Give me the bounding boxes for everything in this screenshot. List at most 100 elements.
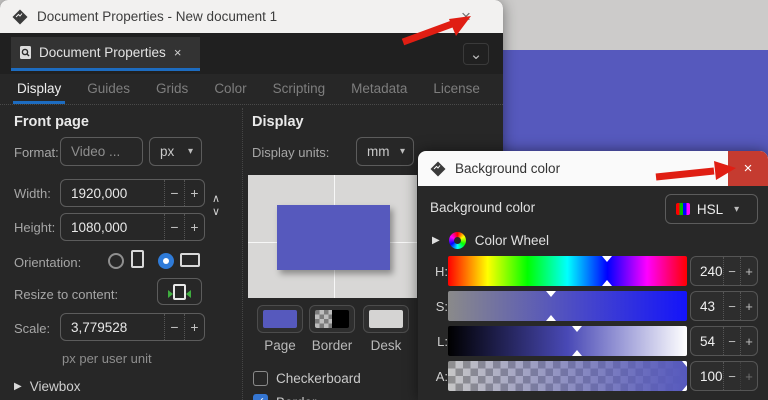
orientation-portrait-radio[interactable]: [108, 253, 124, 269]
page-swatch-label: Page: [264, 338, 296, 353]
scale-increment-button[interactable]: +: [184, 314, 204, 340]
inkscape-logo-icon: [430, 161, 446, 177]
resize-to-content-label: Resize to content:: [14, 287, 119, 302]
desktop-background: [490, 0, 768, 50]
page-preview: [248, 175, 417, 298]
page-color-swatch: [263, 310, 297, 328]
height-increment-button[interactable]: +: [184, 214, 204, 240]
bg-dialog-titlebar[interactable]: Background color: [418, 151, 768, 186]
hue-label: H:: [435, 264, 448, 279]
saturation-increment-button[interactable]: +: [740, 292, 757, 320]
window-close-button[interactable]: ×: [453, 4, 479, 30]
orientation-landscape-radio[interactable]: [158, 253, 174, 269]
saturation-value-box[interactable]: 43 − +: [690, 291, 758, 321]
page-color-swatch-button[interactable]: [257, 305, 303, 333]
display-heading: Display: [252, 114, 304, 130]
window-title: Document Properties - New document 1: [37, 9, 278, 24]
display-units-dropdown[interactable]: mm ▾: [356, 137, 414, 166]
panel-menu-chevron-icon[interactable]: ⌄: [463, 43, 489, 65]
viewbox-expander[interactable]: ▶ Viewbox: [14, 379, 81, 394]
alpha-value-box[interactable]: 100 − +: [690, 361, 758, 391]
width-height-link-icon[interactable]: ∧ ∨: [208, 193, 224, 219]
saturation-label: S:: [435, 299, 448, 314]
background-color-dialog: Background color × Background color HSL …: [418, 151, 768, 400]
lightness-slider[interactable]: [448, 326, 687, 356]
width-decrement-button[interactable]: −: [164, 180, 184, 206]
tab-guides[interactable]: Guides: [87, 81, 130, 98]
alpha-label: A:: [435, 369, 448, 384]
saturation-decrement-button[interactable]: −: [723, 292, 740, 320]
desk-color-swatch-button[interactable]: [363, 305, 409, 333]
display-units-label: Display units:: [252, 145, 330, 160]
screenshot-root: Document Properties - New document 1 × D…: [0, 0, 768, 400]
tab-color[interactable]: Color: [214, 81, 246, 98]
bg-dialog-title: Background color: [455, 161, 561, 176]
inkscape-logo-icon: [12, 9, 28, 25]
document-properties-icon: [19, 45, 33, 60]
height-decrement-button[interactable]: −: [164, 214, 184, 240]
hue-slider[interactable]: [448, 256, 687, 286]
tab-metadata[interactable]: Metadata: [351, 81, 407, 98]
alpha-increment-button[interactable]: +: [740, 362, 757, 390]
dropdown-arrow-icon: ▾: [399, 146, 405, 157]
dropdown-arrow-icon: ▾: [187, 146, 193, 157]
desk-color-swatch: [369, 310, 403, 328]
front-page-heading: Front page: [14, 114, 89, 130]
tab-scripting[interactable]: Scripting: [273, 81, 326, 98]
scale-decrement-button[interactable]: −: [164, 314, 184, 340]
notebook-tabbar: Display Guides Grids Color Scripting Met…: [0, 74, 503, 105]
alpha-decrement-button[interactable]: −: [723, 362, 740, 390]
dock-tab-document-properties[interactable]: Document Properties ×: [11, 37, 200, 71]
alpha-slider[interactable]: [448, 361, 687, 391]
lightness-increment-button[interactable]: +: [740, 327, 757, 355]
border-on-top-checkbox[interactable]: ✓: [253, 394, 268, 400]
orientation-label: Orientation:: [14, 255, 82, 270]
checkerboard-label: Checkerboard: [276, 371, 361, 386]
border-on-top-label: Border: [276, 395, 317, 400]
width-label: Width:: [14, 186, 51, 201]
width-input[interactable]: 1920,000 − +: [60, 179, 205, 207]
preview-page-rect: [277, 205, 390, 270]
lightness-decrement-button[interactable]: −: [723, 327, 740, 355]
height-label: Height:: [14, 220, 56, 235]
inkscape-canvas-page: [502, 50, 768, 160]
tab-display[interactable]: Display: [12, 81, 66, 104]
window-titlebar[interactable]: Document Properties - New document 1 ×: [0, 0, 503, 33]
tab-license[interactable]: License: [433, 81, 480, 98]
hue-value-box[interactable]: 240 − +: [690, 256, 758, 286]
color-wheel-expander[interactable]: ▶ Color Wheel: [432, 232, 549, 249]
height-input[interactable]: 1080,000 − +: [60, 213, 205, 241]
desk-swatch-label: Desk: [370, 338, 402, 353]
tab-grids[interactable]: Grids: [156, 81, 188, 98]
dock-tab-label: Document Properties: [39, 45, 166, 60]
checkerboard-checkbox[interactable]: [253, 371, 268, 386]
border-swatch-label: Border: [311, 338, 353, 353]
portrait-page-icon: [131, 250, 144, 268]
bg-color-label: Background color: [430, 200, 536, 215]
dropdown-arrow-icon: ▾: [734, 203, 740, 215]
format-unit-dropdown[interactable]: px ▾: [149, 137, 202, 166]
scale-input[interactable]: 3,779528 − +: [60, 313, 205, 341]
format-dropdown[interactable]: Video ...: [60, 137, 143, 166]
expander-right-icon: ▶: [432, 235, 440, 246]
lightness-label: L:: [437, 334, 448, 349]
bg-dialog-close-button[interactable]: ×: [728, 151, 768, 186]
hue-increment-button[interactable]: +: [740, 257, 757, 285]
column-divider: [242, 108, 243, 400]
scale-label: Scale:: [14, 321, 51, 336]
expander-right-icon: ▶: [14, 381, 22, 392]
dock-tab-close-icon[interactable]: ×: [174, 45, 182, 60]
color-mode-dropdown[interactable]: HSL ▾: [665, 194, 758, 224]
saturation-slider[interactable]: [448, 291, 687, 321]
lightness-value-box[interactable]: 54 − +: [690, 326, 758, 356]
rgb-bars-icon: [675, 203, 690, 215]
width-increment-button[interactable]: +: [184, 180, 204, 206]
border-color-swatch: [315, 310, 349, 328]
format-label: Format:: [14, 145, 59, 160]
color-wheel-icon: [448, 232, 466, 249]
scale-unit-note: px per user unit: [62, 351, 152, 366]
resize-page-icon: [168, 283, 191, 300]
hue-decrement-button[interactable]: −: [723, 257, 740, 285]
resize-to-content-button[interactable]: [157, 278, 202, 305]
border-color-swatch-button[interactable]: [309, 305, 355, 333]
